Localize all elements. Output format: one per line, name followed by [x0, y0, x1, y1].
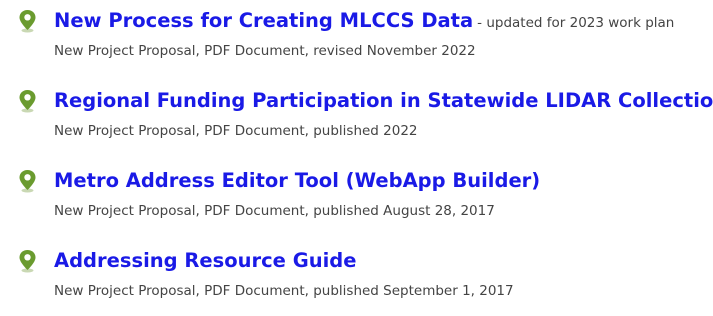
document-link[interactable]: Metro Address Editor Tool (WebApp Builde…: [54, 169, 540, 192]
document-link[interactable]: Addressing Resource Guide: [54, 249, 356, 272]
map-pin-icon: [17, 169, 38, 193]
title-line: Addressing Resource Guide: [54, 246, 356, 277]
map-pin-icon: [17, 249, 38, 273]
document-meta: New Project Proposal, PDF Document, revi…: [54, 43, 476, 59]
title-line: Regional Funding Participation in Statew…: [54, 86, 713, 117]
list-item: New Process for Creating MLCCS Data - upd…: [0, 6, 713, 76]
list-item: Addressing Resource Guide New Project Pr…: [0, 246, 713, 316]
list-item: Metro Address Editor Tool (WebApp Builde…: [0, 166, 713, 236]
list-item: Regional Funding Participation in Statew…: [0, 86, 713, 156]
document-link[interactable]: Regional Funding Participation in Statew…: [54, 89, 713, 112]
document-meta: New Project Proposal, PDF Document, publ…: [54, 123, 418, 139]
title-line: New Process for Creating MLCCS Data - upd…: [54, 6, 674, 38]
document-meta: New Project Proposal, PDF Document, publ…: [54, 283, 514, 299]
map-pin-icon: [17, 9, 38, 33]
map-pin-icon: [17, 89, 38, 113]
document-meta: New Project Proposal, PDF Document, publ…: [54, 203, 495, 219]
title-line: Metro Address Editor Tool (WebApp Builde…: [54, 166, 540, 197]
update-note: - updated for 2023 work plan: [477, 15, 675, 31]
document-link[interactable]: New Process for Creating MLCCS Data: [54, 9, 473, 32]
